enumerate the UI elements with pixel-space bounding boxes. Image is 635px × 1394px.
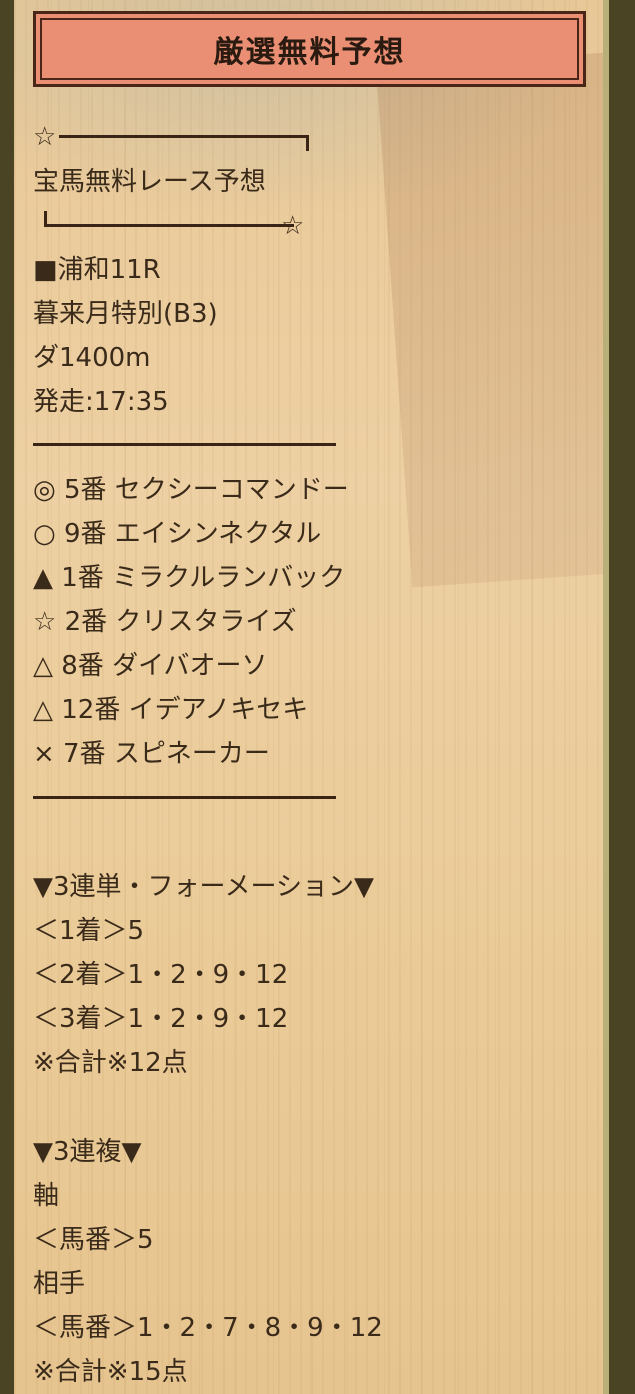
race-name: 暮来月特別(B3) xyxy=(33,299,218,329)
pick-item: △ 8番 ダイバオーソ xyxy=(33,651,268,681)
trio-axis-label: 軸 xyxy=(33,1181,60,1211)
pick-item: ▲ 1番 ミラクルランバック xyxy=(33,563,346,593)
decor-line-top-tick xyxy=(306,135,309,151)
decor-line-top xyxy=(59,135,309,138)
panel-edge xyxy=(603,0,609,1394)
divider xyxy=(33,443,336,446)
pick-item: △ 12番 イデアノキセキ xyxy=(33,695,309,725)
background-poster xyxy=(376,52,609,588)
page-title: 厳選無料予想 xyxy=(40,18,579,80)
star-icon: ☆ xyxy=(281,211,305,241)
divider xyxy=(33,796,336,799)
pick-item: ☆ 2番 クリスタライズ xyxy=(33,607,297,637)
trio-partners: ＜馬番＞1・2・7・8・9・12 xyxy=(33,1313,383,1343)
trifecta-second: ＜2着＞1・2・9・12 xyxy=(33,960,289,990)
trio-heading: ▼3連複▼ xyxy=(33,1137,142,1167)
decor-line-bottom xyxy=(44,224,294,227)
race-distance: ダ1400m xyxy=(33,343,151,373)
trio-axis: ＜馬番＞5 xyxy=(33,1225,154,1255)
trifecta-third: ＜3着＞1・2・9・12 xyxy=(33,1004,289,1034)
race-venue: ■浦和11R xyxy=(33,255,161,285)
star-icon: ☆ xyxy=(33,122,57,152)
trifecta-first: ＜1着＞5 xyxy=(33,916,145,946)
trifecta-heading: ▼3連単・フォーメーション▼ xyxy=(33,872,374,902)
trio-total: ※合計※15点 xyxy=(33,1357,188,1387)
wood-panel: 厳選無料予想 ☆ 宝馬無料レース予想 ☆ ■浦和11R 暮来月特別(B3) ダ1… xyxy=(0,0,635,1394)
title-banner: 厳選無料予想 xyxy=(33,11,586,87)
pick-item: ◎ 5番 セクシーコマンドー xyxy=(33,475,349,505)
pick-item: × 7番 スピネーカー xyxy=(33,739,270,769)
trifecta-total: ※合計※12点 xyxy=(33,1048,188,1078)
pick-item: ○ 9番 エイシンネクタル xyxy=(33,519,322,549)
race-start-time: 発走:17:35 xyxy=(33,387,169,417)
trio-partner-label: 相手 xyxy=(33,1269,86,1299)
section-header-text: 宝馬無料レース予想 xyxy=(33,167,266,197)
